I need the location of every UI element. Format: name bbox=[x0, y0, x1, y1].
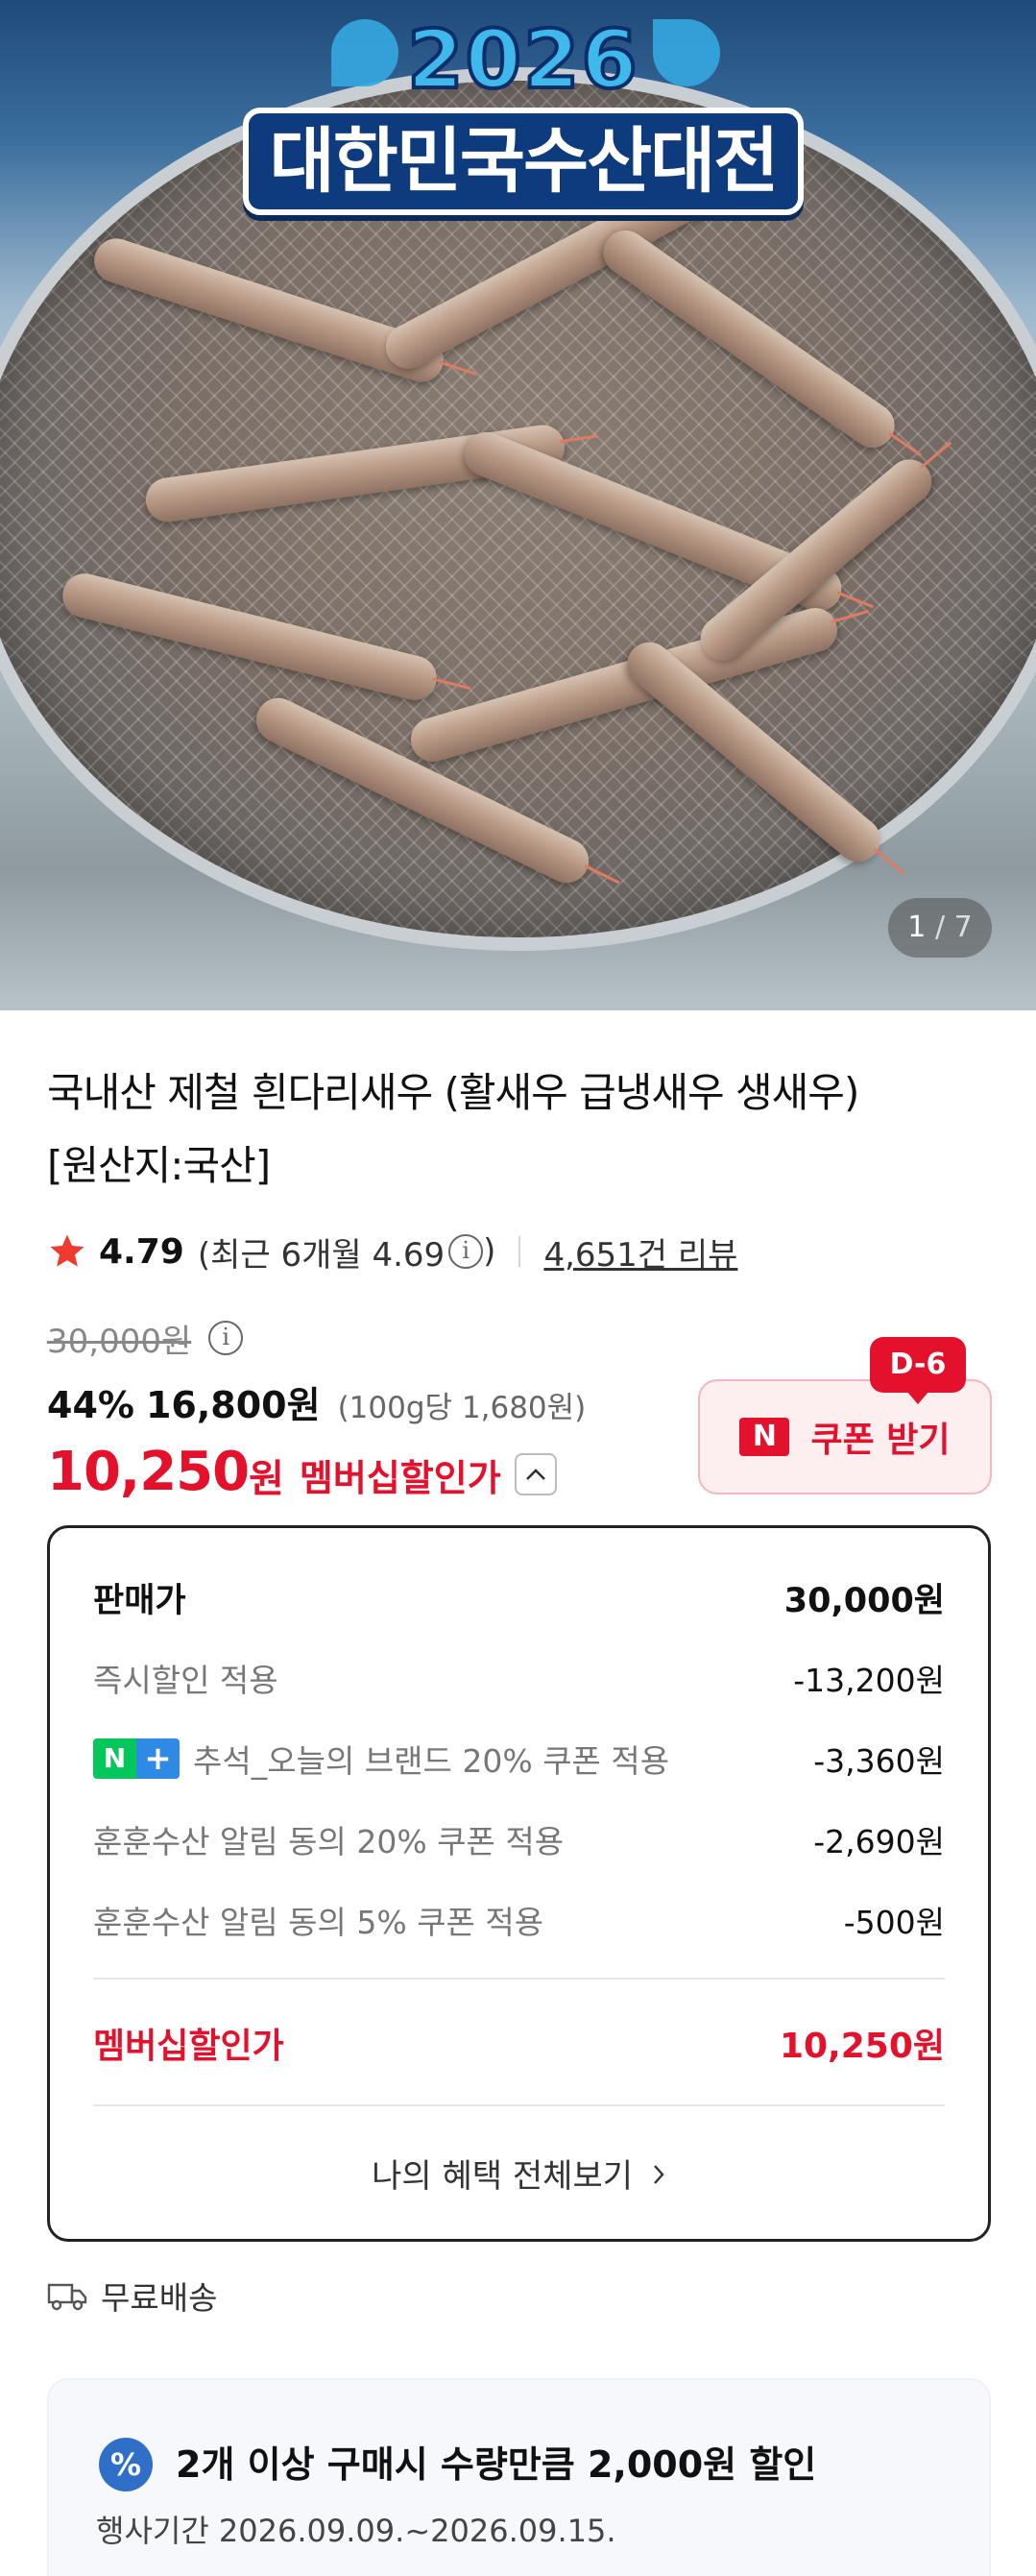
promotion-box[interactable]: % 2개 이상 구매시 수량만큼 2,000원 할인 행사기간 2026.09.… bbox=[47, 2378, 991, 2576]
banner-year: 2026 bbox=[405, 12, 639, 108]
discount-percent: 44% bbox=[47, 1384, 134, 1426]
counter-total: 7 bbox=[953, 911, 973, 944]
original-price-row: 30,000원 i bbox=[47, 1314, 244, 1362]
collapse-toggle[interactable] bbox=[514, 1453, 557, 1495]
banner-title: 대한민국수산대전 bbox=[242, 108, 805, 215]
member-price-row: 10,250 원 멤버십할인가 bbox=[47, 1437, 557, 1506]
sale-price: 16,800원 bbox=[145, 1384, 321, 1426]
breakdown-row-label: 추석_오늘의 브랜드 20% 쿠폰 적용 bbox=[193, 1742, 670, 1780]
star-icon bbox=[50, 1234, 84, 1267]
breakdown-header: 판매가 30,000원 bbox=[93, 1568, 945, 1626]
breakdown-row-label: 훈훈수산 알림 동의 20% 쿠폰 적용 bbox=[93, 1823, 565, 1860]
shipping-label: 무료배송 bbox=[101, 2279, 218, 2317]
divider bbox=[93, 2104, 945, 2106]
product-title-line1: 국내산 제철 흰다리새우 (활새우 급냉새우 생새우) bbox=[47, 1069, 859, 1116]
price-breakdown-box: 판매가 30,000원 즉시할인 적용 -13,200원 N + 추석_오늘의 … bbox=[47, 1525, 991, 2242]
rating-score: 4.79 bbox=[99, 1231, 184, 1272]
see-all-benefits-link[interactable]: 나의 혜택 전체보기 bbox=[50, 2143, 988, 2210]
breakdown-row-label: 훈훈수산 알림 동의 5% 쿠폰 적용 bbox=[93, 1904, 544, 1941]
breakdown-row: N + 추석_오늘의 브랜드 20% 쿠폰 적용 -3,360원 bbox=[93, 1730, 945, 1787]
product-image-carousel[interactable]: 2026 대한민국수산대전 1 / 7 bbox=[0, 0, 1036, 1010]
breakdown-member-amount: 10,250원 bbox=[779, 2027, 945, 2066]
rating-recent-close: ) bbox=[483, 1232, 496, 1271]
original-price: 30,000원 bbox=[47, 1322, 192, 1361]
unit-price: (100g당 1,680원) bbox=[337, 1391, 587, 1425]
see-all-benefits-label: 나의 혜택 전체보기 bbox=[372, 2157, 634, 2196]
breakdown-member-row: 멤버십할인가 10,250원 bbox=[93, 2014, 945, 2072]
price-info-icon[interactable]: i bbox=[208, 1321, 244, 1355]
breakdown-row-amount: -3,360원 bbox=[813, 1742, 945, 1780]
breakdown-row: 훈훈수산 알림 동의 20% 쿠폰 적용 -2,690원 bbox=[93, 1810, 945, 1868]
member-price-won: 원 bbox=[249, 1457, 284, 1501]
sale-price-row: 44% 16,800원 (100g당 1,680원) bbox=[47, 1375, 586, 1429]
percent-icon: % bbox=[99, 2438, 153, 2491]
product-title-line2: [원산지:국산] bbox=[47, 1142, 271, 1189]
coupon-button-label: 쿠폰 받기 bbox=[810, 1421, 951, 1460]
breakdown-member-label: 멤버십할인가 bbox=[93, 2027, 284, 2066]
breakdown-header-label: 판매가 bbox=[93, 1581, 186, 1620]
divider bbox=[518, 1236, 521, 1267]
breakdown-row-amount: -2,690원 bbox=[813, 1823, 945, 1860]
breakdown-row-amount: -500원 bbox=[843, 1904, 945, 1941]
breakdown-header-amount: 30,000원 bbox=[783, 1581, 945, 1620]
rating-recent: (최근 6개월 4.69 bbox=[197, 1235, 446, 1275]
chevron-up-icon bbox=[525, 1469, 545, 1480]
image-counter: 1 / 7 bbox=[888, 898, 992, 958]
truck-icon bbox=[47, 2283, 87, 2311]
shipping-info: 무료배송 bbox=[47, 2269, 217, 2322]
rating-row: 4.79 (최근 6개월 4.69 i ) 4,651건 리뷰 bbox=[47, 1225, 737, 1278]
chevron-right-icon bbox=[653, 2165, 664, 2184]
breakdown-row: 훈훈수산 알림 동의 5% 쿠폰 적용 -500원 bbox=[93, 1891, 945, 1949]
breakdown-row-label-wrap: N + 추석_오늘의 브랜드 20% 쿠폰 적용 bbox=[93, 1736, 669, 1782]
naver-n-icon: N bbox=[739, 1418, 790, 1456]
breakdown-row: 즉시할인 적용 -13,200원 bbox=[93, 1649, 945, 1707]
product-title: 국내산 제철 흰다리새우 (활새우 급냉새우 생새우) [원산지:국산] bbox=[47, 1057, 998, 1203]
naver-plus-badge-icon: N + bbox=[93, 1738, 180, 1779]
counter-current: 1 bbox=[907, 911, 927, 944]
info-icon[interactable]: i bbox=[448, 1234, 484, 1269]
promotion-period: 행사기간 2026.09.09.~2026.09.15. bbox=[96, 2513, 616, 2549]
promotion-title: 2개 이상 구매시 수량만큼 2,000원 할인 bbox=[176, 2443, 817, 2486]
breakdown-row-amount: -13,200원 bbox=[793, 1662, 945, 1699]
event-banner: 2026 대한민국수산대전 bbox=[240, 12, 807, 215]
coupon-download-button[interactable]: N 쿠폰 받기 bbox=[698, 1379, 992, 1495]
member-price-label: 멤버십할인가 bbox=[299, 1456, 501, 1499]
review-count-link[interactable]: 4,651건 리뷰 bbox=[543, 1228, 737, 1276]
divider bbox=[93, 1978, 945, 1980]
breakdown-row-label: 즉시할인 적용 bbox=[93, 1662, 278, 1699]
member-price: 10,250 bbox=[47, 1440, 250, 1503]
dday-badge: D-6 bbox=[870, 1337, 966, 1404]
